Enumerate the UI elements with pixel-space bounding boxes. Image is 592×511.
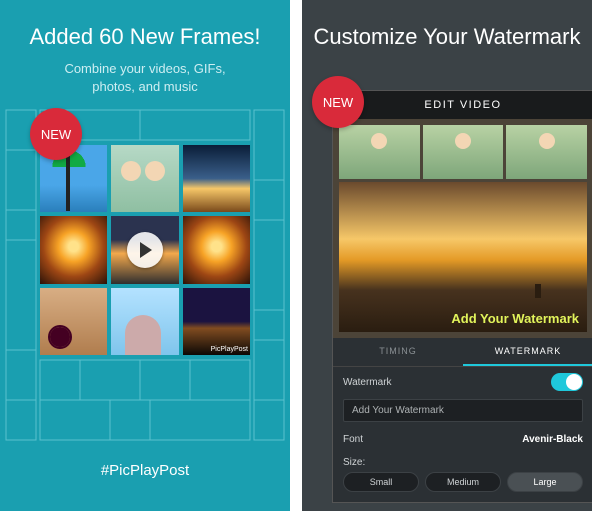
- media-collage[interactable]: PicPlayPost: [40, 145, 250, 355]
- promo-frames-card: Added 60 New Frames! Combine your videos…: [0, 0, 290, 511]
- size-small-button[interactable]: Small: [343, 472, 419, 492]
- new-badge: NEW: [30, 108, 82, 160]
- font-value: Avenir-Black: [522, 434, 583, 445]
- collage-tile[interactable]: [40, 216, 107, 283]
- watermark-toggle[interactable]: [551, 373, 583, 391]
- size-large-button[interactable]: Large: [507, 472, 583, 492]
- collage-tile[interactable]: [40, 288, 107, 355]
- collage-tile[interactable]: [183, 145, 250, 212]
- settings-tabs: TIMING WATERMARK: [333, 338, 592, 367]
- collage-tile[interactable]: [111, 288, 178, 355]
- collage-tile[interactable]: PicPlayPost: [183, 288, 250, 355]
- promo-title: Added 60 New Frames!: [0, 24, 290, 50]
- subtitle-l1: Combine your videos, GIFs,: [64, 61, 225, 76]
- subtitle-l2: photos, and music: [92, 79, 198, 94]
- size-segment: Small Medium Large: [333, 468, 592, 502]
- font-row[interactable]: Font Avenir-Black: [333, 428, 592, 451]
- editor-title: EDIT VIDEO: [333, 91, 592, 119]
- tile-watermark: PicPlayPost: [211, 346, 248, 353]
- preview-main[interactable]: Add Your Watermark: [339, 182, 587, 332]
- collage-tile-video[interactable]: [111, 216, 178, 283]
- promo-title: Customize Your Watermark: [302, 24, 592, 50]
- watermark-label: Watermark: [343, 377, 392, 388]
- preview-thumb[interactable]: [339, 125, 420, 179]
- video-editor-panel: EDIT VIDEO Add Your Watermark TIMING WAT…: [332, 90, 592, 503]
- play-icon[interactable]: [127, 232, 163, 268]
- video-preview[interactable]: Add Your Watermark: [333, 119, 592, 338]
- preview-thumb[interactable]: [423, 125, 504, 179]
- new-badge: NEW: [312, 76, 364, 128]
- tab-watermark[interactable]: WATERMARK: [463, 338, 592, 366]
- size-medium-button[interactable]: Medium: [425, 472, 501, 492]
- watermark-preview-text: Add Your Watermark: [451, 311, 579, 326]
- collage-tile[interactable]: [183, 216, 250, 283]
- settings-panel: TIMING WATERMARK Watermark Add Your Wate…: [333, 338, 592, 502]
- preview-thumb[interactable]: [506, 125, 587, 179]
- size-row: Size:: [333, 451, 592, 468]
- preview-top-row: [339, 125, 587, 179]
- promo-subtitle: Combine your videos, GIFs, photos, and m…: [0, 60, 290, 96]
- promo-watermark-card: Customize Your Watermark NEW EDIT VIDEO …: [302, 0, 592, 511]
- collage-tile[interactable]: [111, 145, 178, 212]
- size-label: Size:: [343, 457, 365, 468]
- font-label: Font: [343, 434, 363, 445]
- watermark-toggle-row: Watermark: [333, 367, 592, 397]
- hashtag: #PicPlayPost: [0, 462, 290, 479]
- watermark-text-input[interactable]: Add Your Watermark: [343, 399, 583, 422]
- tab-timing[interactable]: TIMING: [333, 338, 463, 366]
